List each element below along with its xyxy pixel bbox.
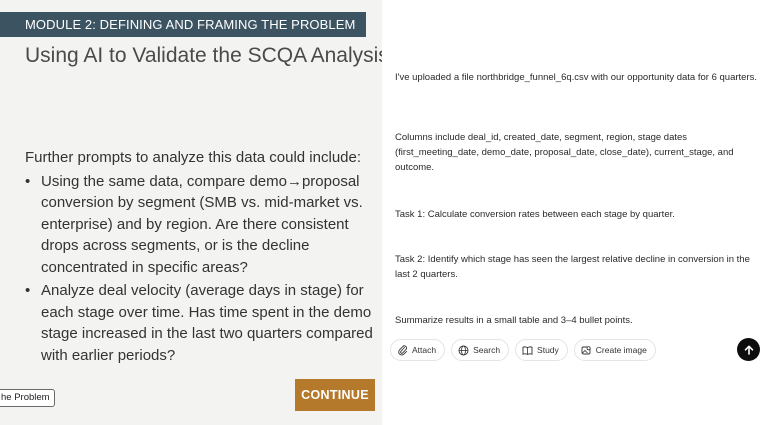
prompt-bullet-1: Using the same data, compare demo→propos…	[25, 171, 373, 279]
slide-body: Further prompts to analyze this data cou…	[25, 147, 373, 368]
paperclip-icon	[397, 344, 408, 356]
course-slide: MODULE 2: DEFINING AND FRAMING THE PROBL…	[0, 0, 389, 425]
slide-title: Using AI to Validate the SCQA Analysis	[25, 44, 389, 67]
prompt-paragraph-2: Columns include deal_id, created_date, s…	[395, 132, 734, 173]
image-icon	[581, 345, 592, 356]
study-button[interactable]: Study	[515, 339, 568, 361]
globe-icon	[458, 345, 469, 356]
attach-label: Attach	[412, 345, 437, 355]
composer-toolbar: Attach Search Study Create image	[390, 339, 656, 361]
attach-button[interactable]: Attach	[390, 339, 446, 361]
continue-button[interactable]: CONTINUE	[295, 379, 375, 411]
create-image-label: Create image	[595, 345, 647, 355]
arrow-up-icon	[743, 344, 755, 356]
prompt-paragraph-3: Task 1: Calculate conversion rates betwe…	[395, 209, 675, 220]
slide-intro: Further prompts to analyze this data cou…	[25, 149, 362, 166]
create-image-button[interactable]: Create image	[573, 339, 656, 361]
book-icon	[522, 345, 533, 356]
prompt-bullet-2: Analyze deal velocity (average days in s…	[25, 280, 373, 366]
chat-panel: I've uploaded a file northbridge_funnel_…	[382, 0, 768, 425]
module-banner: MODULE 2: DEFINING AND FRAMING THE PROBL…	[0, 12, 366, 37]
prompt-bullet-list: Using the same data, compare demo→propos…	[25, 171, 373, 367]
prompt-paragraph-5: Summarize results in a small table and 3…	[395, 315, 633, 326]
study-label: Study	[537, 345, 559, 355]
search-button[interactable]: Search	[451, 339, 510, 361]
screen: MODULE 2: DEFINING AND FRAMING THE PROBL…	[0, 0, 768, 425]
prompt-paragraph-4: Task 2: Identify which stage has seen th…	[395, 254, 750, 280]
send-button[interactable]	[737, 338, 760, 361]
prompt-paragraph-1: I've uploaded a file northbridge_funnel_…	[395, 72, 757, 83]
search-label: Search	[473, 345, 501, 355]
previous-section-chip[interactable]: he Problem	[0, 389, 55, 407]
